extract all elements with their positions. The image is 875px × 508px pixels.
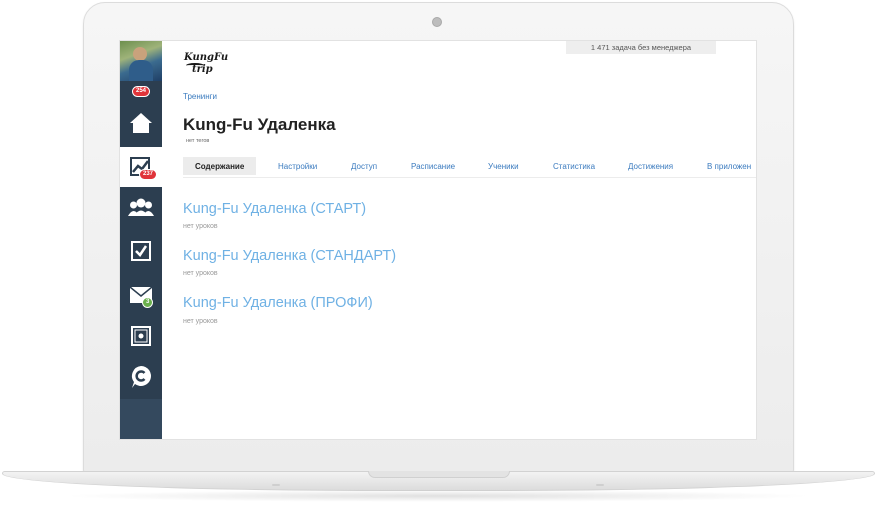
sidebar-item-tasks[interactable] xyxy=(120,231,162,271)
tab-schedule[interactable]: Расписание xyxy=(411,157,455,175)
avatar-head xyxy=(133,47,147,61)
laptop-shadow xyxy=(60,490,815,502)
tab-bar: Содержание Настройки Доступ Расписание У… xyxy=(183,155,756,178)
camera-dot xyxy=(432,17,442,27)
course-lessons-note: нет уроков xyxy=(183,223,218,230)
sidebar-footer xyxy=(120,399,162,439)
users-icon xyxy=(128,197,154,217)
screen: 254 237 3 KungFu trip 1 471 задача без м… xyxy=(119,40,757,440)
course-link-start[interactable]: Kung-Fu Удаленка (СТАРТ) xyxy=(183,201,366,217)
laptop-foot xyxy=(596,484,604,486)
stats-badge: 237 xyxy=(139,169,158,180)
laptop-notch xyxy=(368,471,510,478)
logo-line-1: KungFu xyxy=(184,52,229,63)
chat-icon xyxy=(130,365,152,389)
notification-badge: 254 xyxy=(132,86,151,97)
tab-statistics[interactable]: Статистика xyxy=(553,157,595,175)
avatar-body xyxy=(129,60,153,81)
sidebar-item-mail[interactable]: 3 xyxy=(120,275,162,315)
tab-access[interactable]: Доступ xyxy=(351,157,377,175)
sidebar-item-stats[interactable]: 237 xyxy=(120,147,162,187)
main-content: KungFu trip 1 471 задача без менеджера Т… xyxy=(162,41,756,439)
tab-settings[interactable]: Настройки xyxy=(278,157,317,175)
laptop-foot xyxy=(272,484,280,486)
course-link-standard[interactable]: Kung-Fu Удаленка (СТАНДАРТ) xyxy=(183,248,396,264)
sidebar-item-chat[interactable] xyxy=(120,357,162,397)
page-title: Kung-Fu Удаленка xyxy=(183,115,336,134)
kungfu-trip-logo[interactable]: KungFu trip xyxy=(184,51,228,79)
sidebar: 254 237 3 xyxy=(120,41,162,439)
tab-in-app[interactable]: В приложен xyxy=(707,157,751,175)
safe-icon xyxy=(131,326,151,346)
course-link-profi[interactable]: Kung-Fu Удаленка (ПРОФИ) xyxy=(183,295,373,311)
mail-badge: 3 xyxy=(142,297,154,308)
course-lessons-note: нет уроков xyxy=(183,318,218,325)
avatar[interactable] xyxy=(120,41,162,81)
tags-note: нет тегов xyxy=(186,138,210,144)
logo-line-2: trip xyxy=(192,64,213,75)
tab-students[interactable]: Ученики xyxy=(488,157,519,175)
tab-content[interactable]: Содержание xyxy=(183,157,257,175)
sidebar-item-users[interactable] xyxy=(120,187,162,227)
tab-achievements[interactable]: Достижения xyxy=(628,157,673,175)
sidebar-item-safe[interactable] xyxy=(120,316,162,356)
unassigned-tasks-notice[interactable]: 1 471 задача без менеджера xyxy=(566,41,716,54)
home-icon xyxy=(129,112,153,134)
course-lessons-note: нет уроков xyxy=(183,270,218,277)
sidebar-item-home[interactable] xyxy=(120,103,162,143)
checkbox-icon xyxy=(131,241,151,261)
breadcrumb-trainings[interactable]: Тренинги xyxy=(183,92,217,101)
